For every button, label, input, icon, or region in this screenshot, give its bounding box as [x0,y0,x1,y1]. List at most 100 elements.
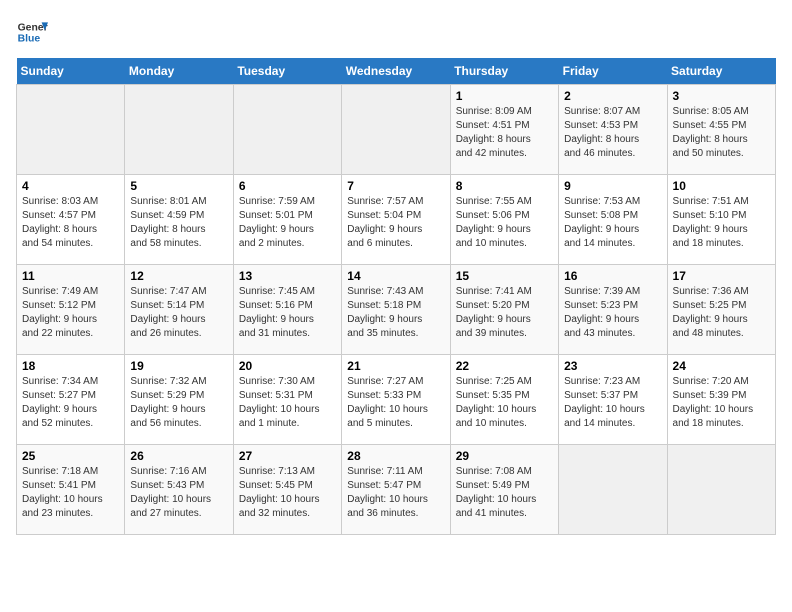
day-number: 12 [130,269,227,283]
day-info: Sunrise: 7:57 AM Sunset: 5:04 PM Dayligh… [347,195,444,251]
calendar-cell: 18 Sunrise: 7:34 AM Sunset: 5:27 PM Dayli… [17,355,125,445]
calendar-cell [17,85,125,175]
day-number: 21 [347,359,444,373]
day-number: 11 [22,269,119,283]
day-number: 8 [456,179,553,193]
calendar-week-row: 4 Sunrise: 8:03 AM Sunset: 4:57 PM Daylig… [17,175,776,265]
day-info: Sunrise: 7:25 AM Sunset: 5:35 PM Dayligh… [456,375,553,431]
calendar-cell: 12 Sunrise: 7:47 AM Sunset: 5:14 PM Dayli… [125,265,233,355]
day-info: Sunrise: 7:36 AM Sunset: 5:25 PM Dayligh… [673,285,770,341]
calendar-cell: 23Sunrise: 7:23 AM Sunset: 5:37 PM Dayli… [559,355,667,445]
weekday-header-friday: Friday [559,58,667,85]
day-info: Sunrise: 7:27 AM Sunset: 5:33 PM Dayligh… [347,375,444,431]
calendar-cell: 14 Sunrise: 7:43 AM Sunset: 5:18 PM Dayli… [342,265,450,355]
weekday-header-tuesday: Tuesday [233,58,341,85]
calendar-cell: 16 Sunrise: 7:39 AM Sunset: 5:23 PM Dayli… [559,265,667,355]
day-info: Sunrise: 7:39 AM Sunset: 5:23 PM Dayligh… [564,285,661,341]
day-number: 17 [673,269,770,283]
day-number: 1 [456,89,553,103]
weekday-header-thursday: Thursday [450,58,558,85]
day-info: Sunrise: 7:43 AM Sunset: 5:18 PM Dayligh… [347,285,444,341]
calendar-cell: 11 Sunrise: 7:49 AM Sunset: 5:12 PM Dayli… [17,265,125,355]
calendar-cell: 15 Sunrise: 7:41 AM Sunset: 5:20 PM Dayli… [450,265,558,355]
logo-icon: General Blue [16,16,48,48]
page-header: General Blue [16,16,776,48]
calendar-cell [342,85,450,175]
day-number: 18 [22,359,119,373]
calendar-cell: 7 Sunrise: 7:57 AM Sunset: 5:04 PM Daylig… [342,175,450,265]
day-number: 24 [673,359,770,373]
svg-text:Blue: Blue [18,34,41,45]
day-number: 10 [673,179,770,193]
day-info: Sunrise: 7:20 AM Sunset: 5:39 PM Dayligh… [673,375,770,431]
day-number: 3 [673,89,770,103]
day-number: 6 [239,179,336,193]
calendar-cell: 21 Sunrise: 7:27 AM Sunset: 5:33 PM Dayli… [342,355,450,445]
calendar-cell: 10 Sunrise: 7:51 AM Sunset: 5:10 PM Dayli… [667,175,775,265]
day-number: 29 [456,449,553,463]
day-info: Sunrise: 7:18 AM Sunset: 5:41 PM Dayligh… [22,465,119,521]
day-info: Sunrise: 8:05 AM Sunset: 4:55 PM Dayligh… [673,105,770,161]
day-number: 22 [456,359,553,373]
weekday-header-sunday: Sunday [17,58,125,85]
day-info: Sunrise: 8:07 AM Sunset: 4:53 PM Dayligh… [564,105,661,161]
logo: General Blue [16,16,52,48]
day-number: 19 [130,359,227,373]
day-number: 9 [564,179,661,193]
day-info: Sunrise: 8:01 AM Sunset: 4:59 PM Dayligh… [130,195,227,251]
calendar-week-row: 1 Sunrise: 8:09 AM Sunset: 4:51 PM Daylig… [17,85,776,175]
calendar-cell [233,85,341,175]
calendar-cell: 3 Sunrise: 8:05 AM Sunset: 4:55 PM Daylig… [667,85,775,175]
day-info: Sunrise: 8:03 AM Sunset: 4:57 PM Dayligh… [22,195,119,251]
calendar-cell: 20Sunrise: 7:30 AM Sunset: 5:31 PM Dayli… [233,355,341,445]
calendar-cell: 13 Sunrise: 7:45 AM Sunset: 5:16 PM Dayli… [233,265,341,355]
calendar-cell: 2 Sunrise: 8:07 AM Sunset: 4:53 PM Daylig… [559,85,667,175]
day-number: 26 [130,449,227,463]
day-info: Sunrise: 7:16 AM Sunset: 5:43 PM Dayligh… [130,465,227,521]
calendar-cell: 28Sunrise: 7:11 AM Sunset: 5:47 PM Dayli… [342,445,450,535]
calendar-cell: 1 Sunrise: 8:09 AM Sunset: 4:51 PM Daylig… [450,85,558,175]
calendar-week-row: 11 Sunrise: 7:49 AM Sunset: 5:12 PM Dayli… [17,265,776,355]
calendar-week-row: 25Sunrise: 7:18 AM Sunset: 5:41 PM Dayli… [17,445,776,535]
day-number: 13 [239,269,336,283]
calendar-cell: 5 Sunrise: 8:01 AM Sunset: 4:59 PM Daylig… [125,175,233,265]
weekday-header-wednesday: Wednesday [342,58,450,85]
weekday-header-row: SundayMondayTuesdayWednesdayThursdayFrid… [17,58,776,85]
day-number: 23 [564,359,661,373]
weekday-header-monday: Monday [125,58,233,85]
day-number: 14 [347,269,444,283]
day-info: Sunrise: 7:51 AM Sunset: 5:10 PM Dayligh… [673,195,770,251]
calendar-cell: 19 Sunrise: 7:32 AM Sunset: 5:29 PM Dayli… [125,355,233,445]
calendar-cell: 9 Sunrise: 7:53 AM Sunset: 5:08 PM Daylig… [559,175,667,265]
weekday-header-saturday: Saturday [667,58,775,85]
day-info: Sunrise: 7:53 AM Sunset: 5:08 PM Dayligh… [564,195,661,251]
day-number: 5 [130,179,227,193]
day-info: Sunrise: 7:59 AM Sunset: 5:01 PM Dayligh… [239,195,336,251]
day-number: 16 [564,269,661,283]
day-number: 4 [22,179,119,193]
day-info: Sunrise: 7:13 AM Sunset: 5:45 PM Dayligh… [239,465,336,521]
calendar-cell: 24 Sunrise: 7:20 AM Sunset: 5:39 PM Dayli… [667,355,775,445]
day-info: Sunrise: 7:41 AM Sunset: 5:20 PM Dayligh… [456,285,553,341]
day-info: Sunrise: 7:30 AM Sunset: 5:31 PM Dayligh… [239,375,336,431]
day-number: 7 [347,179,444,193]
day-info: Sunrise: 7:08 AM Sunset: 5:49 PM Dayligh… [456,465,553,521]
day-number: 2 [564,89,661,103]
calendar-cell: 27 Sunrise: 7:13 AM Sunset: 5:45 PM Dayli… [233,445,341,535]
calendar-cell: 29 Sunrise: 7:08 AM Sunset: 5:49 PM Dayli… [450,445,558,535]
day-info: Sunrise: 7:34 AM Sunset: 5:27 PM Dayligh… [22,375,119,431]
day-info: Sunrise: 7:32 AM Sunset: 5:29 PM Dayligh… [130,375,227,431]
day-number: 27 [239,449,336,463]
day-info: Sunrise: 8:09 AM Sunset: 4:51 PM Dayligh… [456,105,553,161]
calendar-cell [667,445,775,535]
day-info: Sunrise: 7:55 AM Sunset: 5:06 PM Dayligh… [456,195,553,251]
calendar-cell: 6 Sunrise: 7:59 AM Sunset: 5:01 PM Daylig… [233,175,341,265]
calendar-cell: 22 Sunrise: 7:25 AM Sunset: 5:35 PM Dayli… [450,355,558,445]
calendar-cell: 8 Sunrise: 7:55 AM Sunset: 5:06 PM Daylig… [450,175,558,265]
day-number: 28 [347,449,444,463]
calendar-cell [559,445,667,535]
day-info: Sunrise: 7:47 AM Sunset: 5:14 PM Dayligh… [130,285,227,341]
day-number: 15 [456,269,553,283]
day-info: Sunrise: 7:49 AM Sunset: 5:12 PM Dayligh… [22,285,119,341]
day-info: Sunrise: 7:45 AM Sunset: 5:16 PM Dayligh… [239,285,336,341]
